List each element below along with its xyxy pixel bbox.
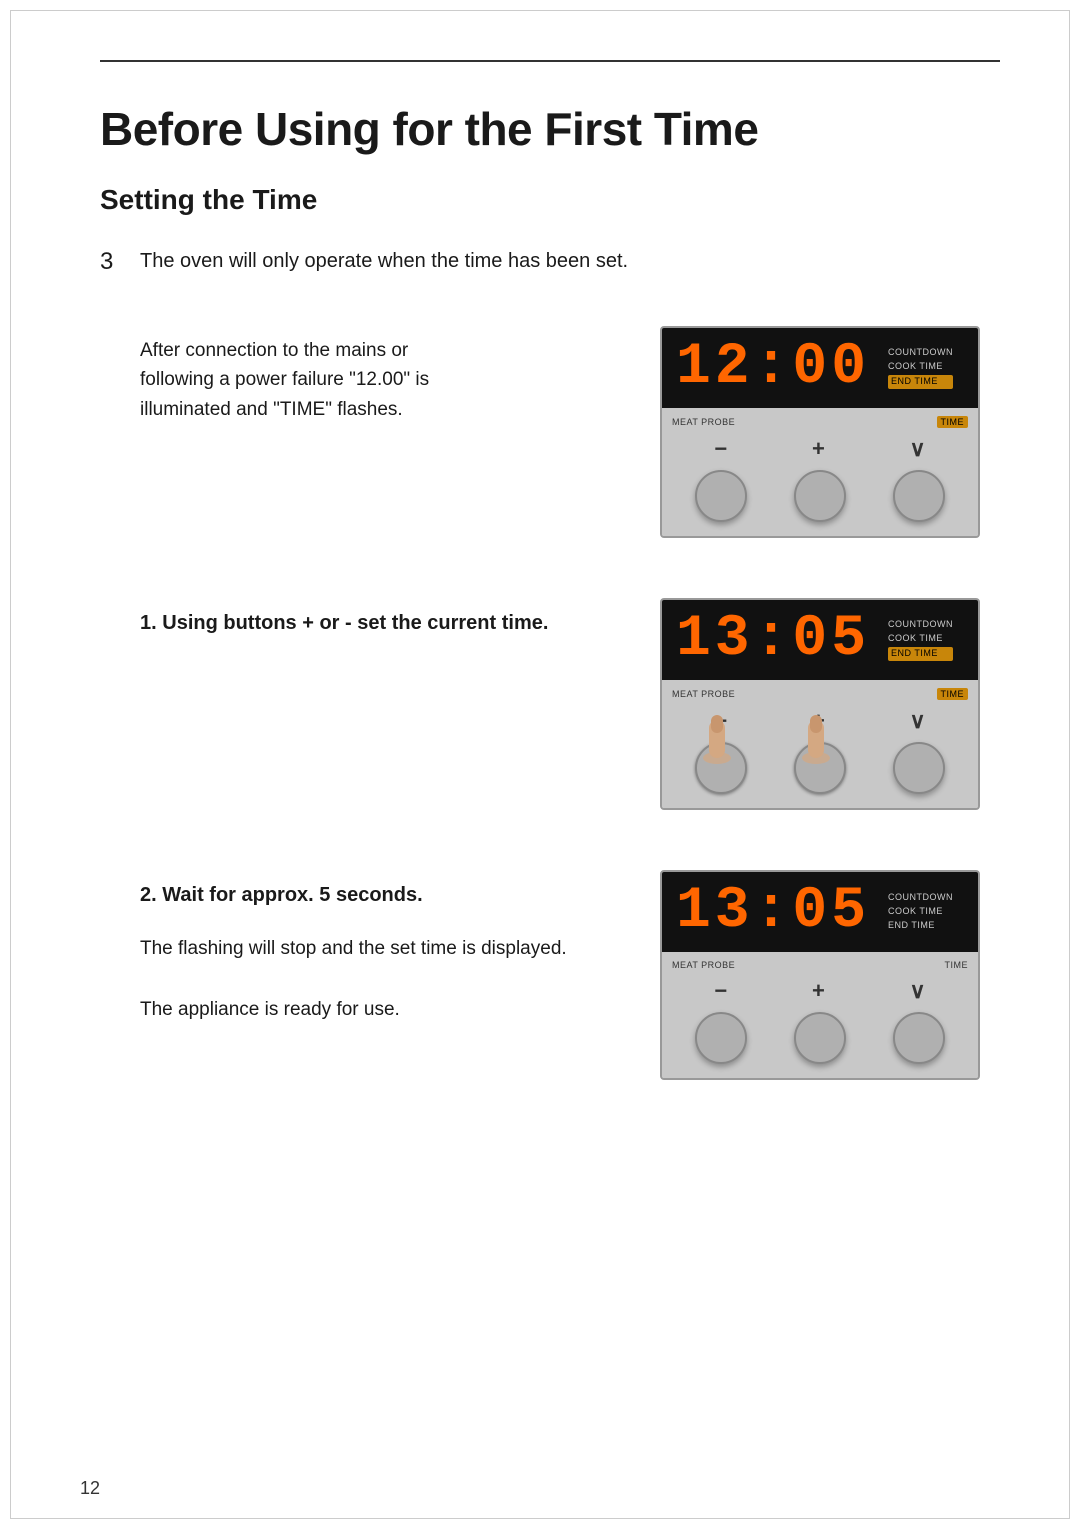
page-number: 12 [80, 1478, 100, 1499]
btn-left-container-2 [695, 742, 747, 794]
btn-mid-container-2 [794, 742, 846, 794]
oven-buttons-row-2 [672, 742, 968, 794]
oven-btn-left-2[interactable] [695, 742, 747, 794]
oven-btn-right-2[interactable] [893, 742, 945, 794]
oven-btn-mid-2[interactable] [794, 742, 846, 794]
